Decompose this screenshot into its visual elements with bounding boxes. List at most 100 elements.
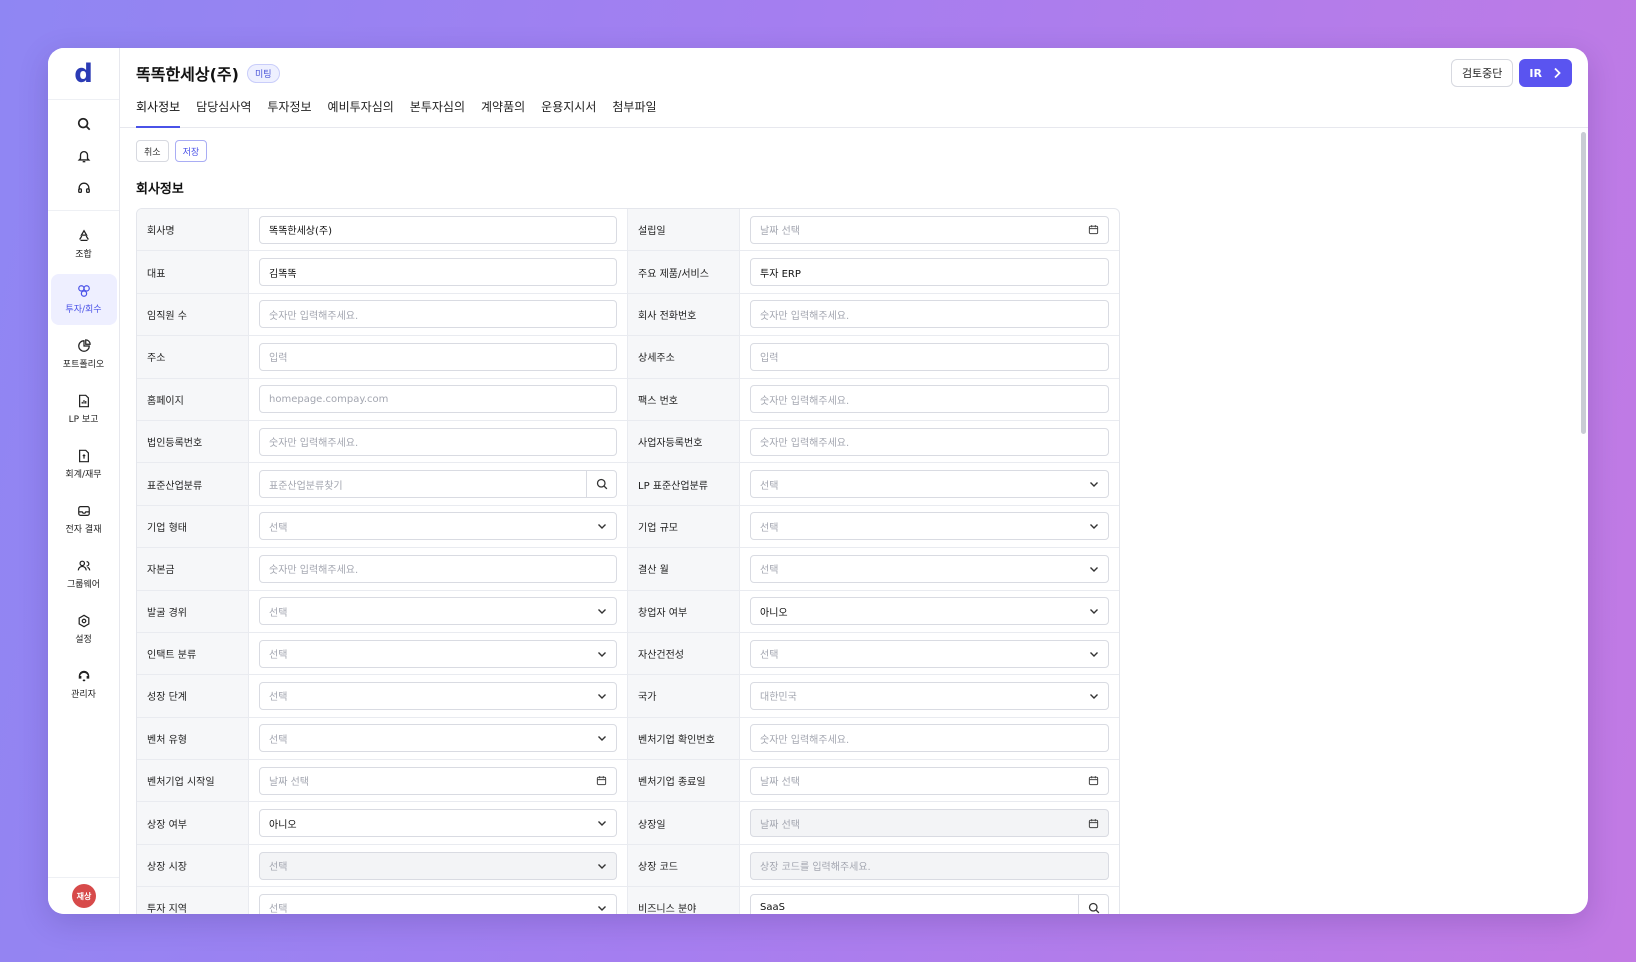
cancel-button[interactable]: 취소	[136, 140, 169, 162]
select-dropdown[interactable]: 선택	[259, 893, 617, 914]
sidebar-item-lp-report[interactable]: LP 보고	[51, 384, 117, 435]
search-button[interactable]	[1078, 894, 1108, 914]
search-icon	[1088, 902, 1099, 914]
search-field[interactable]: SaaS	[750, 893, 1109, 914]
sidebar: d 조합 투자/회수 포트폴리오 LP 보고 회계/재무 전자 결재 그룹웨어 …	[48, 48, 120, 914]
avatar[interactable]: 재상	[72, 884, 96, 908]
form-row: 투자 지역 선택 비즈니스 분야 SaaS	[137, 887, 1119, 914]
date-picker[interactable]: 날짜 선택	[259, 766, 617, 795]
text-input[interactable]: 숫자만 입력해주세요.	[259, 554, 617, 583]
sidebar-item-groupware[interactable]: 그룹웨어	[51, 549, 117, 600]
text-input[interactable]: 숫자만 입력해주세요.	[750, 427, 1109, 456]
tab-company-info[interactable]: 회사정보	[136, 98, 181, 128]
text-input[interactable]: homepage.compay.com	[259, 385, 617, 414]
search-field[interactable]: 표준산업분류찾기	[259, 470, 617, 499]
text-input[interactable]: 입력	[750, 342, 1109, 371]
text-input[interactable]: 투자 ERP	[750, 258, 1109, 287]
select-dropdown[interactable]: 선택	[750, 512, 1109, 541]
tab-reviewer[interactable]: 담당심사역	[196, 98, 251, 128]
save-button[interactable]: 저장	[174, 140, 208, 162]
field-value: 숫자만 입력해주세요.	[760, 734, 850, 746]
sidebar-item-label: 그룹웨어	[66, 580, 101, 590]
tab-contract-approval[interactable]: 계약품의	[481, 98, 525, 128]
field-label: 국가	[628, 675, 740, 717]
vertical-scrollbar[interactable]	[1581, 132, 1586, 434]
chevron-down-icon	[1090, 524, 1098, 530]
field-cell: 날짜 선택	[740, 760, 1119, 801]
field-label: 회사명	[137, 209, 249, 251]
field-cell: 선택	[740, 463, 1119, 504]
select-dropdown[interactable]: 선택	[259, 724, 617, 753]
sidebar-item-portfolio[interactable]: 포트폴리오	[51, 329, 117, 380]
users-icon	[77, 560, 90, 571]
stop-review-button[interactable]: 검토중단	[1450, 59, 1514, 87]
search-icon[interactable]	[48, 108, 119, 140]
tab-investment-info[interactable]: 투자정보	[267, 98, 311, 128]
text-input[interactable]: 숫자만 입력해주세요.	[259, 427, 617, 456]
field-cell: 대한민국	[740, 675, 1119, 716]
sidebar-item-fund[interactable]: 조합	[51, 219, 117, 270]
field-cell: 투자 ERP	[740, 251, 1119, 292]
tab-preliminary-review[interactable]: 예비투자심의	[328, 98, 394, 128]
field-label: 법인등록번호	[137, 420, 249, 463]
text-input[interactable]: 숫자만 입력해주세요.	[259, 300, 617, 329]
text-input[interactable]: 숫자만 입력해주세요.	[750, 300, 1109, 329]
select-dropdown[interactable]: 선택	[259, 597, 617, 626]
field-label: 벤처기업 종료일	[628, 760, 740, 802]
sidebar-item-approval[interactable]: 전자 결재	[51, 494, 117, 545]
text-input[interactable]: 숫자만 입력해주세요.	[750, 385, 1109, 414]
field-label: 성장 단계	[137, 675, 249, 717]
select-dropdown[interactable]: 선택	[259, 512, 617, 541]
tab-main-review[interactable]: 본투자심의	[410, 98, 465, 128]
field-label: 임직원 수	[137, 293, 249, 336]
date-picker[interactable]: 날짜 선택	[750, 215, 1109, 244]
field-value: 입력	[269, 353, 288, 365]
calendar-icon	[596, 776, 607, 786]
bell-icon[interactable]	[48, 140, 119, 172]
tab-attachments[interactable]: 첨부파일	[612, 98, 656, 128]
sidebar-item-settings[interactable]: 설정	[51, 604, 117, 655]
select-dropdown[interactable]: 아니오	[750, 597, 1109, 626]
app-logo[interactable]: d	[48, 48, 119, 100]
field-label: 팩스 번호	[628, 378, 740, 420]
company-info-form: 회사명 똑똑한세상(주) 설립일 날짜 선택 대표 김똑똑 주요 제품/서비스 투자 ERP 임…	[136, 208, 1120, 914]
field-value: 선택	[760, 565, 779, 577]
sidebar-item-label: 설정	[75, 635, 92, 645]
select-dropdown[interactable]: 선택	[750, 639, 1109, 668]
chevron-right-icon	[1554, 67, 1561, 79]
form-row: 인택트 분류 선택 자산건전성 선택	[137, 632, 1119, 676]
sidebar-item-investment[interactable]: 투자/회수	[50, 274, 117, 325]
sidebar-item-accounting[interactable]: 회계/재무	[51, 439, 117, 490]
chevron-down-icon	[598, 609, 606, 615]
form-row: 상장 여부 아니오 상장일 날짜 선택	[137, 802, 1119, 845]
headset-icon[interactable]	[48, 172, 119, 204]
field-value: 선택	[269, 607, 288, 619]
text-input[interactable]: 김똑똑	[259, 258, 617, 287]
select-dropdown[interactable]: 아니오	[259, 809, 617, 838]
field-label: 사업자등록번호	[628, 420, 740, 463]
text-input[interactable]: 똑똑한세상(주)	[259, 215, 617, 244]
select-dropdown[interactable]: 선택	[750, 470, 1109, 499]
select-dropdown[interactable]: 선택	[259, 681, 617, 710]
text-input[interactable]: 숫자만 입력해주세요.	[750, 724, 1109, 753]
form-row: 표준산업분류 표준산업분류찾기 LP 표준산업분류 선택	[137, 463, 1119, 506]
field-value: 똑똑한세상(주)	[269, 226, 333, 238]
content-area: 취소 저장 회사정보 회사명 똑똑한세상(주) 설립일 날짜 선택 대표 김똑똑 주요 제품…	[120, 128, 1588, 914]
sidebar-item-admin[interactable]: 관리자	[51, 659, 117, 710]
select-dropdown[interactable]: 선택	[259, 639, 617, 668]
date-picker[interactable]: 날짜 선택	[750, 766, 1109, 795]
field-cell: 상장 코드를 입력해주세요.	[740, 845, 1119, 886]
select-dropdown[interactable]: 선택	[750, 554, 1109, 583]
field-value: 선택	[269, 650, 288, 662]
select-dropdown[interactable]: 대한민국	[750, 681, 1109, 710]
form-row: 상장 시장 선택 상장 코드 상장 코드를 입력해주세요.	[137, 844, 1119, 888]
date-picker: 날짜 선택	[750, 809, 1109, 838]
ir-button[interactable]: IR	[1519, 59, 1572, 87]
tab-operation-order[interactable]: 운용지시서	[541, 98, 596, 128]
field-cell: 아니오	[740, 591, 1119, 632]
field-cell: 날짜 선택	[740, 209, 1119, 250]
tab-bar: 회사정보 담당심사역 투자정보 예비투자심의 본투자심의 계약품의 운용지시서 …	[136, 98, 657, 128]
search-button[interactable]	[586, 471, 616, 498]
text-input[interactable]: 입력	[259, 342, 617, 371]
header-actions: 검토중단 IR	[1450, 59, 1572, 87]
